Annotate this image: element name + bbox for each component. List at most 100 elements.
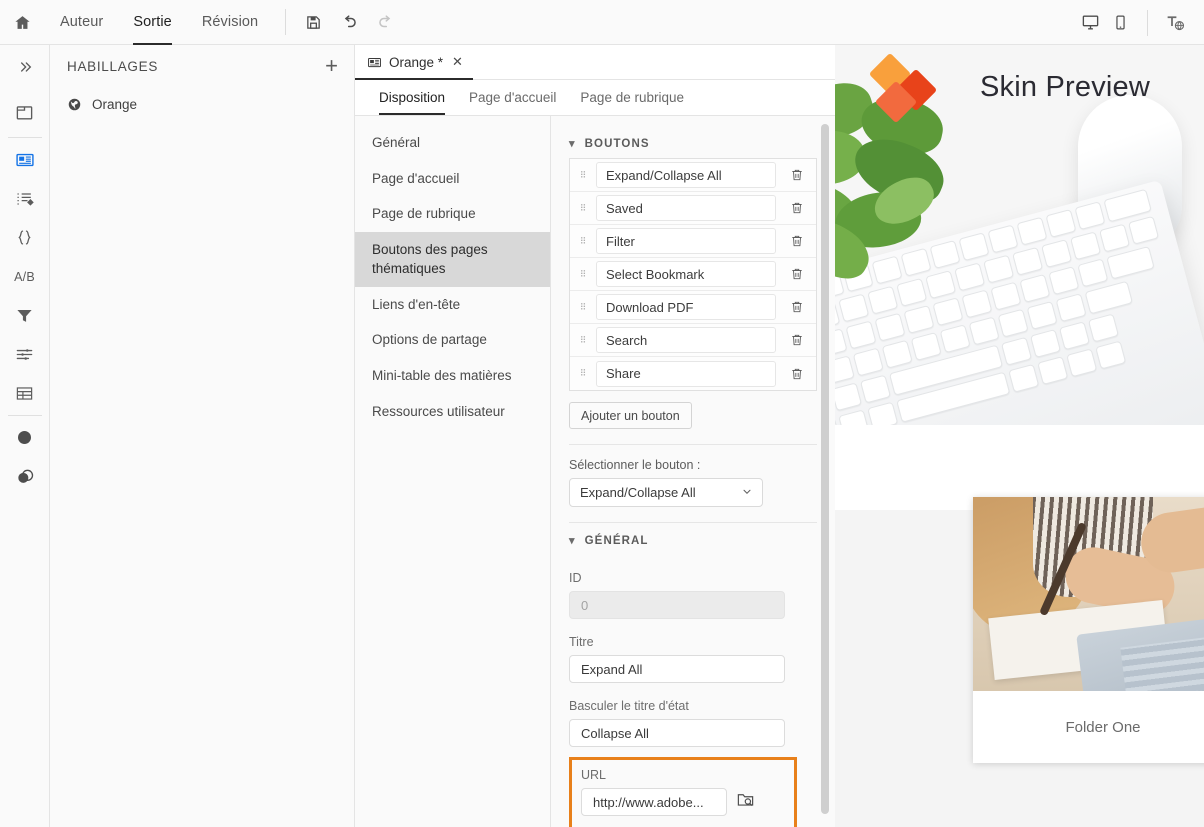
select-button-dropdown[interactable]: Expand/Collapse All bbox=[569, 478, 763, 507]
rail-item-variables[interactable] bbox=[0, 218, 50, 257]
table-row[interactable]: ⠿ Search bbox=[570, 324, 816, 357]
button-name-field[interactable]: Search bbox=[596, 327, 776, 353]
sidebar-item-boutons-pages-thematiques[interactable]: Boutons des pages thématiques bbox=[355, 231, 550, 287]
sidebar-item-ressources-utilisateur[interactable]: Ressources utilisateur bbox=[355, 394, 550, 430]
list-item[interactable]: Orange bbox=[50, 91, 354, 118]
table-row[interactable]: ⠿ Share bbox=[570, 357, 816, 390]
drag-handle-icon[interactable]: ⠿ bbox=[576, 203, 590, 212]
tab-page-de-rubrique[interactable]: Page de rubrique bbox=[568, 80, 696, 115]
delete-button[interactable] bbox=[782, 333, 812, 347]
toggle-title-input[interactable]: Collapse All bbox=[569, 719, 785, 747]
application-window: Auteur Sortie Révision A/B HABILLAGES + … bbox=[0, 0, 1204, 827]
browse-url-button[interactable] bbox=[736, 790, 755, 814]
delete-button[interactable] bbox=[782, 168, 812, 182]
chevron-down-icon: ▾ bbox=[569, 138, 576, 150]
drag-handle-icon[interactable]: ⠿ bbox=[576, 302, 590, 311]
url-input[interactable]: http://www.adobe... bbox=[581, 788, 727, 816]
nav-label: Page d'accueil bbox=[372, 170, 460, 186]
rail-item-skins[interactable] bbox=[0, 140, 50, 179]
trash-icon bbox=[792, 169, 802, 181]
url-value: http://www.adobe... bbox=[593, 794, 704, 810]
sidebar-item-liens-den-tete[interactable]: Liens d'en-tête bbox=[355, 287, 550, 323]
button-name-field[interactable]: Download PDF bbox=[596, 294, 776, 320]
properties-scrollbar[interactable] bbox=[821, 124, 829, 814]
button-name-field[interactable]: Saved bbox=[596, 195, 776, 221]
rail-item-styles[interactable] bbox=[0, 418, 50, 457]
home-button[interactable] bbox=[0, 0, 45, 45]
rail-item-filters[interactable] bbox=[0, 296, 50, 335]
drag-handle-icon[interactable]: ⠿ bbox=[576, 236, 590, 245]
rail-item-table[interactable] bbox=[0, 374, 50, 413]
tab-disposition[interactable]: Disposition bbox=[367, 80, 457, 115]
add-button-button[interactable]: Ajouter un bouton bbox=[569, 402, 692, 429]
drag-handle-icon[interactable]: ⠿ bbox=[576, 269, 590, 278]
skins-list: Orange bbox=[50, 87, 354, 118]
redo-button[interactable] bbox=[370, 7, 400, 37]
table-row[interactable]: ⠿ Select Bookmark bbox=[570, 258, 816, 291]
buttons-section-header[interactable]: ▾ BOUTONS bbox=[569, 126, 817, 158]
tab-page-daccueil[interactable]: Page d'accueil bbox=[457, 80, 568, 115]
menu-item-auteur[interactable]: Auteur bbox=[45, 0, 118, 45]
globe-icon bbox=[68, 98, 81, 111]
nav-label: Options de partage bbox=[372, 332, 487, 348]
sidebar-item-page-daccueil[interactable]: Page d'accueil bbox=[355, 161, 550, 197]
table-row[interactable]: ⠿ Expand/Collapse All bbox=[570, 159, 816, 192]
top-menu: Auteur Sortie Révision bbox=[45, 0, 273, 45]
sidebar-item-mini-table-des-matieres[interactable]: Mini-table des matières bbox=[355, 358, 550, 394]
document-tab-orange[interactable]: Orange * ✕ bbox=[355, 46, 473, 80]
preview-card-folder-one[interactable]: Folder One bbox=[973, 497, 1204, 763]
save-button[interactable] bbox=[298, 7, 328, 37]
undo-button[interactable] bbox=[334, 7, 364, 37]
drag-handle-icon[interactable]: ⠿ bbox=[576, 170, 590, 179]
delete-button[interactable] bbox=[782, 300, 812, 314]
select-button-value: Expand/Collapse All bbox=[580, 485, 696, 500]
translate-icon bbox=[1167, 16, 1184, 31]
close-icon[interactable]: ✕ bbox=[452, 54, 463, 70]
id-value: 0 bbox=[581, 597, 589, 613]
title-input[interactable]: Expand All bbox=[569, 655, 785, 683]
expand-rail-button[interactable] bbox=[0, 45, 50, 89]
rail-item-attributes[interactable] bbox=[0, 179, 50, 218]
rail-item-layers[interactable] bbox=[0, 457, 50, 496]
sidebar-item-general[interactable]: Général bbox=[355, 125, 550, 161]
table-row[interactable]: ⠿ Download PDF bbox=[570, 291, 816, 324]
funnel-icon bbox=[17, 309, 32, 322]
rail-item-settings[interactable] bbox=[0, 335, 50, 374]
drag-handle-icon[interactable]: ⠿ bbox=[576, 369, 590, 378]
sidebar-item-options-de-partage[interactable]: Options de partage bbox=[355, 322, 550, 358]
drag-handle-icon[interactable]: ⠿ bbox=[576, 335, 590, 344]
button-name-field[interactable]: Filter bbox=[596, 228, 776, 254]
chevron-down-icon: ▾ bbox=[569, 535, 576, 547]
add-skin-button[interactable]: + bbox=[325, 55, 338, 77]
menu-item-revision[interactable]: Révision bbox=[187, 0, 273, 45]
delete-button[interactable] bbox=[782, 234, 812, 248]
delete-button[interactable] bbox=[782, 267, 812, 281]
rail-item-window[interactable] bbox=[0, 89, 50, 135]
editor-area: Orange * ✕ Disposition Page d'accueil Pa… bbox=[355, 45, 835, 827]
table-row[interactable]: ⠿ Saved bbox=[570, 192, 816, 225]
menu-item-sortie[interactable]: Sortie bbox=[118, 0, 186, 45]
id-field: 0 bbox=[569, 591, 785, 619]
sidebar-item-page-de-rubrique[interactable]: Page de rubrique bbox=[355, 196, 550, 232]
save-icon bbox=[306, 15, 320, 29]
toggle-title-label: Basculer le titre d'état bbox=[569, 699, 689, 713]
mobile-preview-button[interactable] bbox=[1105, 8, 1135, 38]
table-row[interactable]: ⠿ Filter bbox=[570, 225, 816, 258]
delete-button[interactable] bbox=[782, 201, 812, 215]
section-title: GÉNÉRAL bbox=[584, 534, 649, 547]
button-name-label: Filter bbox=[606, 233, 635, 249]
chevron-double-right-icon bbox=[20, 62, 31, 72]
undo-icon bbox=[344, 14, 356, 27]
subtab-label: Disposition bbox=[379, 90, 446, 105]
button-name-field[interactable]: Share bbox=[596, 360, 776, 387]
skin-name: Orange bbox=[92, 97, 138, 112]
button-name-field[interactable]: Select Bookmark bbox=[596, 261, 776, 287]
desktop-preview-button[interactable] bbox=[1075, 8, 1105, 38]
general-section-header[interactable]: ▾ GÉNÉRAL bbox=[569, 523, 817, 555]
button-name-field[interactable]: Expand/Collapse All bbox=[596, 162, 776, 188]
delete-button[interactable] bbox=[782, 367, 812, 381]
top-toolbar: Auteur Sortie Révision bbox=[0, 0, 1204, 45]
translate-button[interactable] bbox=[1160, 8, 1190, 38]
top-right-tools bbox=[1075, 0, 1204, 45]
rail-item-conditions[interactable]: A/B bbox=[0, 257, 50, 296]
